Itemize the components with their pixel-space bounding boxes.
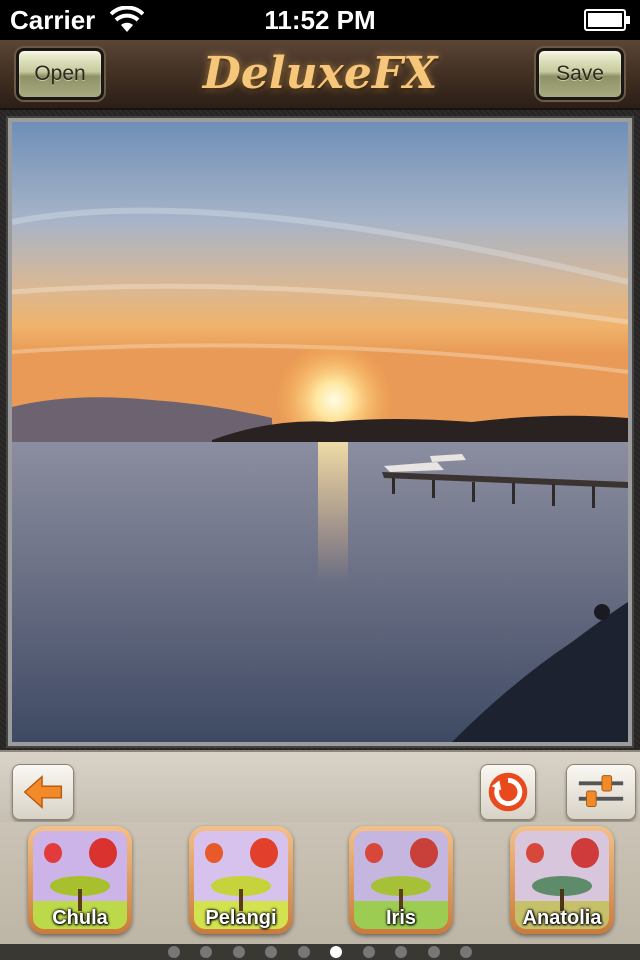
page-dot: [460, 946, 473, 958]
page-dot: [167, 946, 180, 958]
page-dot: [362, 946, 375, 958]
page-dot: [395, 946, 408, 958]
page-dot: [297, 946, 310, 958]
back-button[interactable]: [12, 764, 74, 820]
filter-anatolia[interactable]: Anatolia: [510, 826, 614, 934]
reset-icon: [488, 772, 528, 812]
page-dot-active: [330, 946, 343, 958]
reset-button[interactable]: [480, 764, 536, 820]
filter-label: Chula: [52, 907, 108, 929]
photo-canvas-area: [0, 110, 640, 750]
filter-chula[interactable]: Chula: [28, 826, 132, 934]
back-arrow-icon: [23, 774, 63, 810]
filter-label: Pelangi: [205, 907, 277, 929]
adjust-button[interactable]: [566, 764, 636, 820]
battery-icon: [584, 9, 630, 31]
clock: 11:52 PM: [264, 5, 376, 35]
filter-label: Iris: [385, 907, 417, 929]
filter-iris[interactable]: Iris: [349, 826, 453, 934]
sunset-photo: [12, 122, 628, 742]
page-dot: [265, 946, 278, 958]
filter-strip: Chula Pelangi Iris Anatolia: [0, 822, 640, 944]
adjust-sliders-icon: [578, 775, 624, 807]
nav-bar: Open DeluxeFX Save: [0, 40, 640, 110]
page-dot: [200, 946, 213, 958]
status-bar: Carrier 11:52 PM: [0, 0, 640, 40]
filter-label: Anatolia: [522, 907, 602, 929]
photo-preview[interactable]: [8, 118, 632, 746]
page-indicator[interactable]: [0, 944, 640, 960]
page-dot: [427, 946, 440, 958]
edit-toolbar: [0, 750, 640, 822]
page-dot: [232, 946, 245, 958]
save-button[interactable]: Save: [536, 48, 624, 100]
filter-pelangi[interactable]: Pelangi: [189, 826, 293, 934]
